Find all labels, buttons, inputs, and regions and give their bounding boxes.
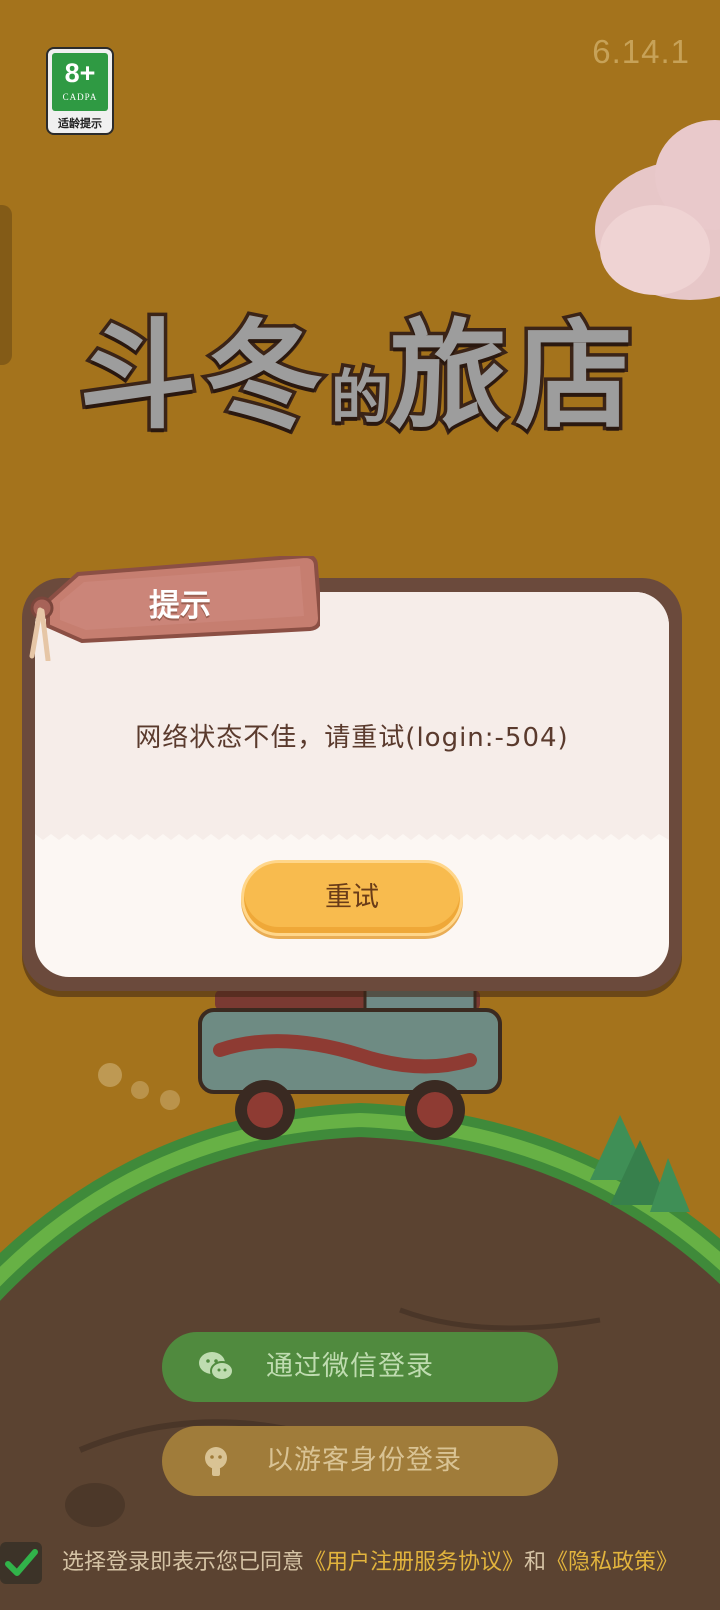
agreement-text: 选择登录即表示您已同意《用户注册服务协议》和《隐私政策》 [62, 1540, 678, 1586]
version-label: 6.14.1 [592, 33, 690, 70]
game-title-part1: 斗冬 [75, 304, 331, 449]
agreement-prefix: 选择登录即表示您已同意 [62, 1550, 305, 1575]
retry-button[interactable]: 重试 [241, 860, 463, 936]
wechat-icon [199, 1352, 234, 1381]
check-icon [5, 1549, 38, 1576]
age-rating-badge: 8+ CADPA 适龄提示 [46, 47, 114, 135]
dialog-divider [35, 828, 669, 840]
game-title: 斗冬的旅店 [0, 280, 720, 451]
guest-login-label: 以游客身份登录 [266, 1445, 462, 1476]
game-title-part3: 旅店 [385, 304, 642, 449]
hill-scene [0, 980, 720, 1610]
game-logo: 斗冬的旅店 [0, 258, 720, 449]
wechat-login-button[interactable]: 通过微信登录 [162, 1332, 558, 1402]
agreement-joiner: 和 [524, 1550, 547, 1575]
guest-icon [205, 1447, 227, 1476]
agreement-checkbox[interactable] [0, 1542, 42, 1584]
age-rating-org: CADPA [62, 92, 98, 102]
user-agreement-link[interactable]: 《用户注册服务协议》 [304, 1550, 524, 1575]
privacy-policy-link[interactable]: 《隐私政策》 [546, 1550, 678, 1575]
dialog-message: 网络状态不佳，请重试(login:-504) [135, 723, 569, 753]
game-title-part2: 的 [327, 360, 392, 435]
dialog-title: 提示 [149, 588, 211, 624]
guest-login-button[interactable]: 以游客身份登录 [162, 1426, 558, 1496]
age-rating-label: 适龄提示 [58, 117, 102, 130]
wechat-login-label: 通过微信登录 [266, 1351, 434, 1382]
age-rating-value: 8+ [64, 58, 96, 88]
agreement-row: 选择登录即表示您已同意《用户注册服务协议》和《隐私政策》 [0, 1540, 720, 1590]
